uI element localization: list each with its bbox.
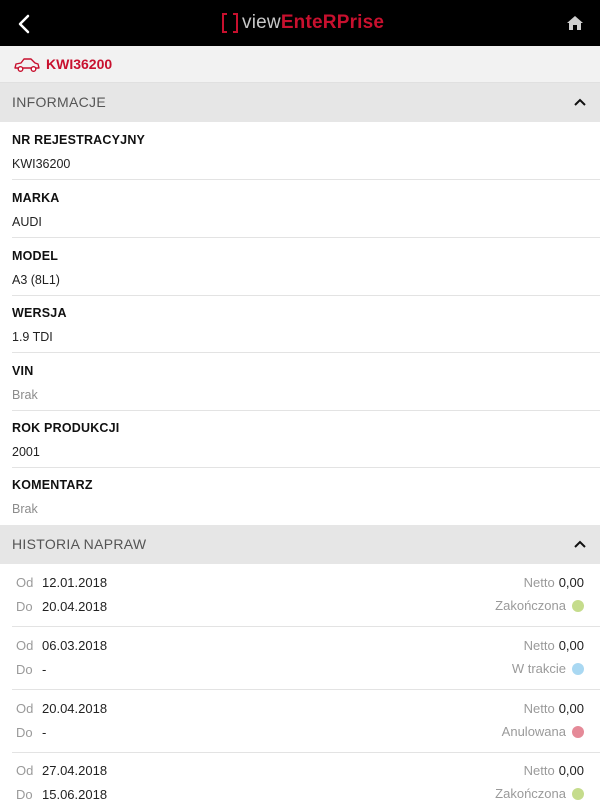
to-date: -	[42, 662, 47, 677]
info-value: Brak	[12, 388, 38, 402]
vehicle-plate: KWI36200	[46, 56, 113, 72]
info-label: MARKA	[12, 191, 60, 205]
status-dot	[572, 599, 584, 612]
from-date: 06.03.2018	[42, 638, 108, 653]
netto-label: Netto	[523, 575, 555, 590]
status-label: W trakcie	[511, 661, 566, 676]
status-label: Anulowana	[501, 724, 566, 739]
top-bar: viewEnteRPrise	[0, 0, 600, 46]
status-dot	[572, 725, 584, 738]
info-value: Brak	[12, 502, 38, 516]
from-label: Od	[16, 638, 34, 653]
logo-suffix: EnteRPrise	[280, 12, 385, 33]
history-netto: Netto 0,00	[524, 701, 584, 716]
from-date: 27.04.2018	[42, 763, 108, 778]
from-date: 12.01.2018	[42, 575, 108, 590]
back-arrow-icon[interactable]	[12, 11, 38, 37]
history-netto: Netto 0,00	[524, 763, 584, 778]
to-label: Do	[16, 662, 33, 677]
info-row: MODEL A3 (8L1)	[0, 238, 600, 296]
info-value: 2001	[12, 445, 40, 459]
from-label: Od	[16, 763, 34, 778]
history-item[interactable]: Od 06.03.2018 Do - Netto 0,00 W trakcie	[0, 627, 600, 690]
info-row: WERSJA 1.9 TDI	[0, 295, 600, 353]
history-section-header[interactable]: HISTORIA NAPRAW	[0, 525, 600, 564]
car-icon	[14, 58, 40, 72]
history-to: Do 15.06.2018	[16, 787, 107, 800]
history-netto: Netto 0,00	[524, 575, 584, 590]
status-label: Zakończona	[495, 598, 566, 613]
netto-value: 0,00	[558, 638, 584, 653]
chevron-up-icon[interactable]	[574, 97, 586, 107]
history-section-title: HISTORIA NAPRAW	[12, 536, 147, 552]
netto-label: Netto	[523, 763, 555, 778]
history-to: Do -	[16, 662, 46, 677]
history-from: Od 20.04.2018	[16, 701, 107, 716]
info-value: KWI36200	[12, 157, 71, 171]
history-item[interactable]: Od 12.01.2018 Do 20.04.2018 Netto 0,00 Zako…	[0, 564, 600, 627]
status-dot	[572, 662, 584, 675]
to-date: -	[42, 725, 47, 740]
to-label: Do	[16, 787, 33, 800]
status-dot	[572, 787, 584, 800]
to-label: Do	[16, 725, 33, 740]
history-status: Zakończona	[495, 598, 584, 613]
info-label: KOMENTARZ	[12, 478, 93, 492]
chevron-up-icon[interactable]	[574, 539, 586, 549]
app-logo: viewEnteRPrise	[222, 10, 384, 36]
home-icon[interactable]	[566, 14, 584, 32]
info-section-title: INFORMACJE	[12, 94, 106, 110]
from-label: Od	[16, 575, 34, 590]
history-status: Zakończona	[495, 786, 584, 800]
netto-value: 0,00	[558, 701, 584, 716]
info-label: ROK PRODUKCJI	[12, 421, 120, 435]
logo-prefix: view	[242, 12, 281, 33]
history-status: W trakcie	[512, 661, 584, 676]
history-to: Do -	[16, 725, 46, 740]
info-value: AUDI	[12, 215, 42, 229]
info-row: KOMENTARZ Brak	[0, 467, 600, 525]
info-value: A3 (8L1)	[12, 273, 60, 287]
to-date: 20.04.2018	[42, 599, 108, 614]
from-date: 20.04.2018	[42, 701, 108, 716]
vehicle-header: KWI36200	[0, 46, 600, 83]
netto-value: 0,00	[558, 575, 584, 590]
netto-label: Netto	[523, 638, 555, 653]
history-from: Od 27.04.2018	[16, 763, 107, 778]
info-row: NR REJESTRACYJNY KWI36200	[0, 122, 600, 180]
info-row: VIN Brak	[0, 353, 600, 411]
to-label: Do	[16, 599, 33, 614]
to-date: 15.06.2018	[42, 787, 108, 800]
history-netto: Netto 0,00	[524, 638, 584, 653]
netto-value: 0,00	[558, 763, 584, 778]
logo-bracket-icon	[222, 13, 238, 33]
info-label: VIN	[12, 364, 34, 378]
history-from: Od 12.01.2018	[16, 575, 107, 590]
info-value: 1.9 TDI	[12, 330, 53, 344]
history-to: Do 20.04.2018	[16, 599, 107, 614]
info-label: WERSJA	[12, 306, 67, 320]
netto-label: Netto	[523, 701, 555, 716]
info-section-header[interactable]: INFORMACJE	[0, 83, 600, 122]
info-row: MARKA AUDI	[0, 180, 600, 238]
history-status: Anulowana	[502, 724, 584, 739]
info-label: MODEL	[12, 249, 59, 263]
info-label: NR REJESTRACYJNY	[12, 133, 146, 147]
info-row: ROK PRODUKCJI 2001	[0, 410, 600, 468]
status-label: Zakończona	[495, 786, 566, 800]
history-from: Od 06.03.2018	[16, 638, 107, 653]
history-item[interactable]: Od 20.04.2018 Do - Netto 0,00 Anulowana	[0, 690, 600, 753]
from-label: Od	[16, 701, 34, 716]
history-item[interactable]: Od 27.04.2018 Do 15.06.2018 Netto 0,00 Zako…	[0, 752, 600, 800]
